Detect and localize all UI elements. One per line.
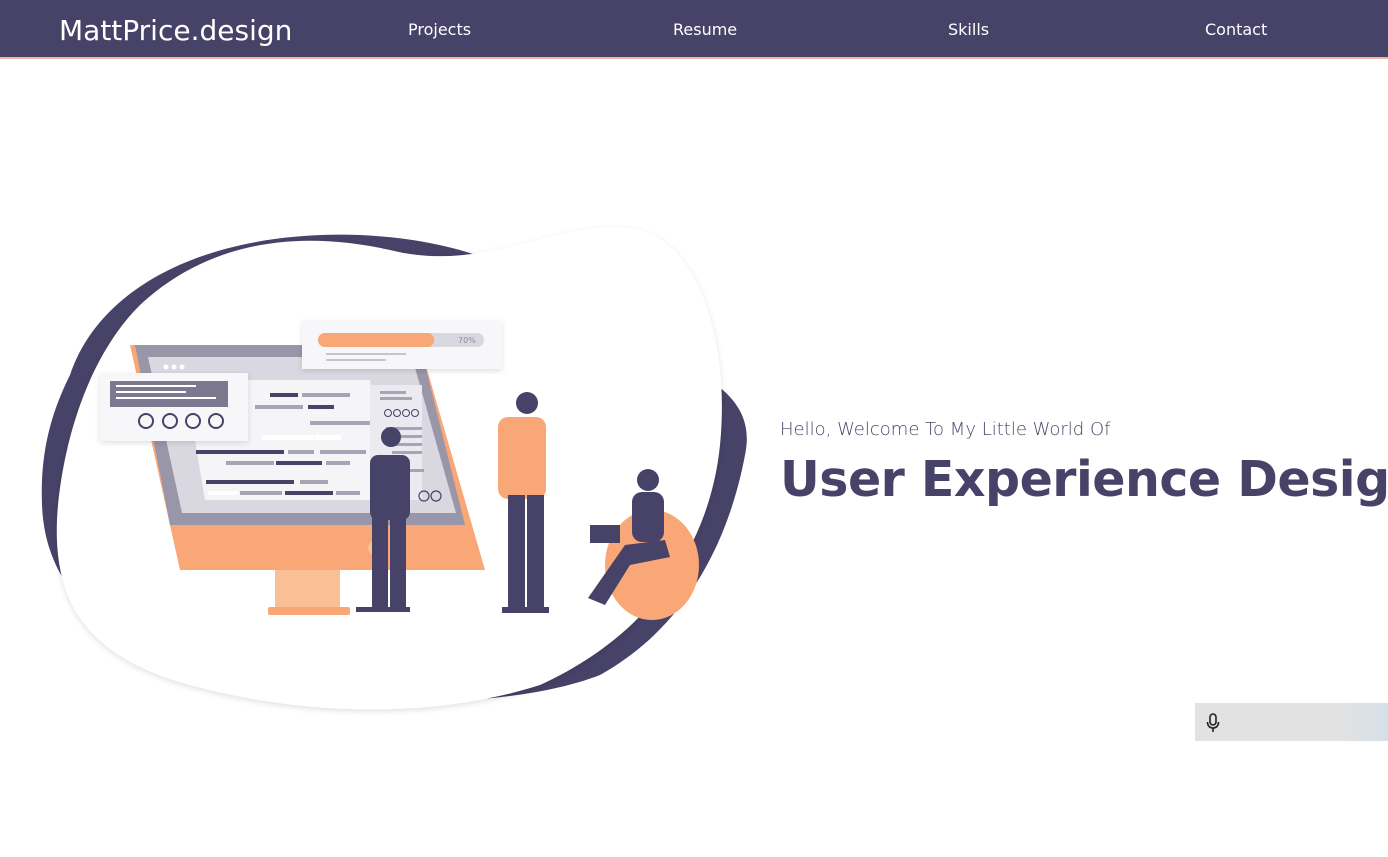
brand-logo[interactable]: MattPrice.design [59,13,292,49]
nav-link-skills[interactable]: Skills [948,20,989,40]
nav-link-contact[interactable]: Contact [1205,20,1267,40]
voice-search-widget[interactable] [1195,703,1388,741]
top-navbar: MattPrice.design Projects Resume Skills … [0,0,1388,59]
nav-link-resume[interactable]: Resume [673,20,737,40]
hero-headline: User Experience Design! [780,451,1388,508]
microphone-icon[interactable] [1206,713,1220,733]
nav-link-projects[interactable]: Projects [408,20,471,40]
hero-welcome: Hello, Welcome To My Little World Of [780,419,1111,440]
progress-label: 70% [458,336,476,345]
progress-fill [318,333,435,347]
hero-illustration: 70% [41,227,747,710]
hero-text: Hello, Welcome To My Little World Of Use… [780,418,1388,510]
checklist-card [100,373,248,441]
progress-card: 70% [302,321,502,369]
